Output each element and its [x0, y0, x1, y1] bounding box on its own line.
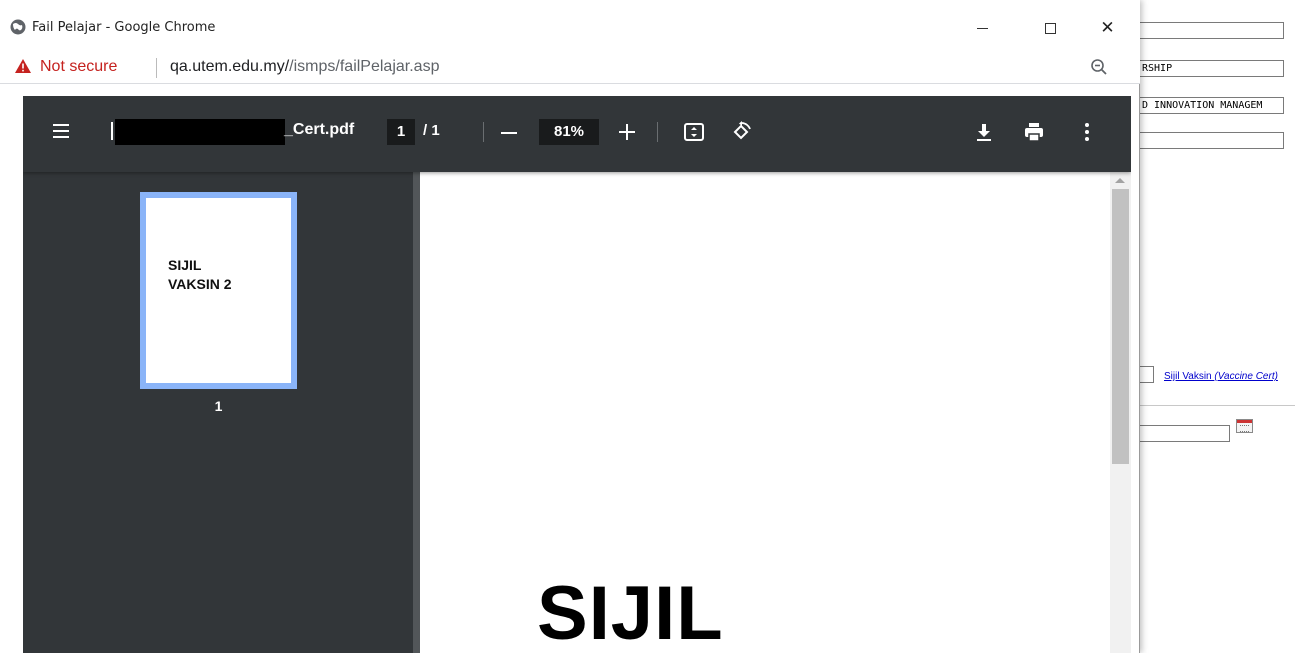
scroll-thumb[interactable]	[1112, 189, 1129, 464]
chrome-popup-window: Fail Pelajar - Google Chrome ✕ Not secur…	[0, 0, 1140, 653]
rotate-icon[interactable]	[730, 121, 752, 143]
background-text-field[interactable]	[1138, 132, 1284, 149]
redacted-filename	[115, 119, 285, 145]
pdf-page-area: SIJIL	[413, 172, 1131, 653]
pdf-page: SIJIL	[420, 172, 1110, 653]
more-options-icon[interactable]	[1076, 121, 1098, 143]
title-bar: Fail Pelajar - Google Chrome ✕	[0, 0, 1140, 50]
background-file-field[interactable]	[1138, 366, 1154, 383]
address-bar[interactable]: Not secure qa.utem.edu.my//ismps/failPel…	[0, 50, 1140, 84]
background-text-field[interactable]	[1138, 22, 1284, 39]
window-title: Fail Pelajar - Google Chrome	[32, 20, 216, 35]
toolbar-divider	[483, 122, 484, 142]
thumbnail-line-2: VAKSIN 2	[168, 276, 232, 292]
fit-to-page-icon[interactable]	[683, 121, 705, 143]
download-icon[interactable]	[973, 121, 995, 143]
text-cursor	[111, 122, 113, 140]
pdf-toolbar: _Cert.pdf 1 / 1 81%	[23, 96, 1131, 172]
minimize-icon	[977, 27, 988, 29]
page-heading: SIJIL	[537, 571, 724, 653]
divider	[1138, 405, 1295, 406]
pdf-filename: _Cert.pdf	[284, 121, 355, 138]
thumbnail-line-1: SIJIL	[168, 257, 202, 273]
address-separator	[156, 58, 157, 78]
background-text-field[interactable]: RSHIP	[1138, 60, 1284, 77]
thumbnail-page-number: 1	[214, 398, 223, 414]
calendar-icon[interactable]	[1236, 419, 1253, 433]
maximize-button[interactable]	[1028, 14, 1073, 42]
page-number-input[interactable]: 1	[387, 119, 415, 145]
zoom-input[interactable]: 81%	[539, 119, 599, 145]
not-secure-label[interactable]: Not secure	[40, 58, 117, 76]
page-total: / 1	[423, 122, 440, 139]
maximize-icon	[1045, 22, 1056, 34]
background-text-field[interactable]: D INNOVATION MANAGEM	[1138, 97, 1284, 114]
thumbnail-text: SIJIL VAKSIN 2	[168, 256, 232, 294]
vertical-scrollbar[interactable]	[1110, 172, 1131, 653]
globe-icon	[10, 19, 26, 35]
menu-icon[interactable]	[53, 124, 73, 140]
vaccine-cert-link-label: Sijil Vaksin	[1164, 371, 1215, 382]
page-thumbnail[interactable]: SIJIL VAKSIN 2	[140, 192, 297, 389]
url-path: /ismps/failPelajar.asp	[289, 58, 440, 75]
scroll-up-icon[interactable]	[1115, 178, 1125, 183]
vaccine-cert-link-italic: (Vaccine Cert)	[1214, 371, 1278, 382]
url-host: qa.utem.edu.my/	[170, 58, 290, 75]
print-icon[interactable]	[1023, 121, 1045, 143]
close-icon: ✕	[1100, 18, 1115, 38]
warning-icon	[15, 59, 31, 73]
zoom-in-button[interactable]	[619, 123, 637, 141]
close-button[interactable]: ✕	[1085, 14, 1130, 42]
zoom-out-icon[interactable]	[1090, 58, 1108, 76]
toolbar-divider	[657, 122, 658, 142]
vaccine-cert-link[interactable]: Sijil Vaksin (Vaccine Cert)	[1164, 371, 1278, 382]
minimize-button[interactable]	[960, 14, 1005, 42]
date-field[interactable]	[1138, 425, 1230, 442]
thumbnail-sidebar: SIJIL VAKSIN 2 1	[23, 172, 413, 653]
pdf-viewer: _Cert.pdf 1 / 1 81% SIJIL VAKSIN 2 1 SIJ…	[23, 96, 1131, 653]
url-text[interactable]: qa.utem.edu.my//ismps/failPelajar.asp	[170, 58, 439, 76]
zoom-out-button[interactable]	[501, 132, 517, 134]
